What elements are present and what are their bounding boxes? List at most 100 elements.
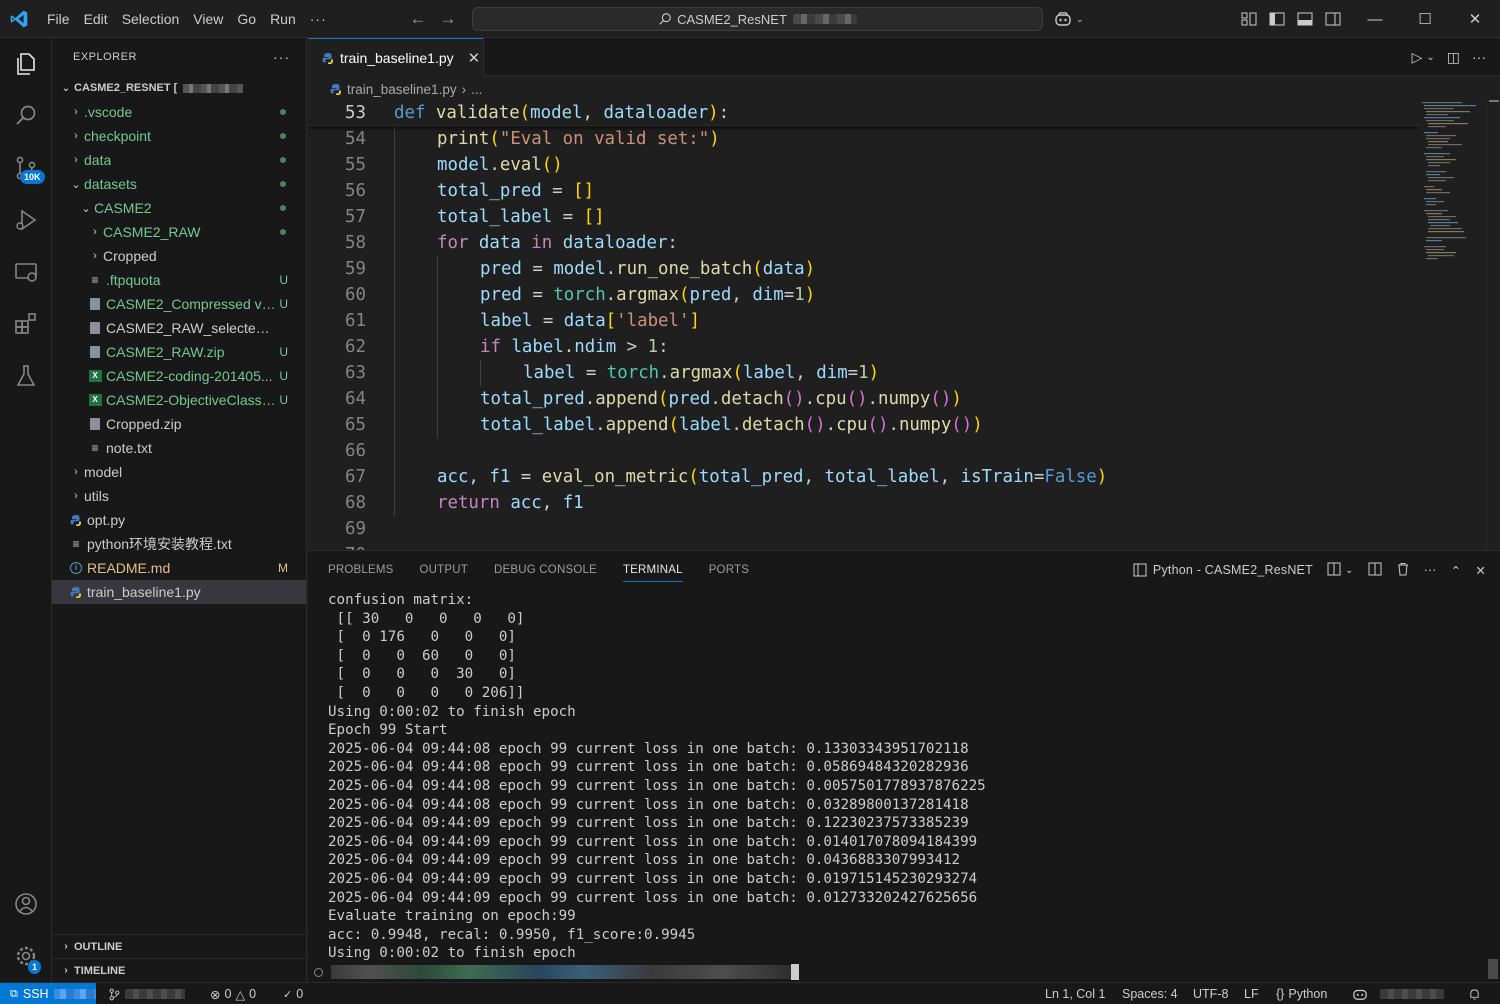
file-train-baseline1-py[interactable]: train_baseline1.py xyxy=(52,580,306,604)
menu-selection[interactable]: Selection xyxy=(115,0,187,38)
git-branch[interactable] xyxy=(108,983,185,1004)
file-casme2-raw-selected-zip[interactable]: CASME2_RAW_selected.zip xyxy=(52,316,306,340)
menu-run[interactable]: Run xyxy=(263,0,303,38)
folder-utils[interactable]: › utils xyxy=(52,484,306,508)
redacted-text xyxy=(125,989,185,999)
cursor-position[interactable]: Ln 1, Col 1 xyxy=(1045,983,1105,1004)
breadcrumb-file[interactable]: train_baseline1.py xyxy=(347,82,457,97)
folder-model[interactable]: › model xyxy=(52,460,306,484)
folder-cropped[interactable]: › Cropped xyxy=(52,244,306,268)
remote-indicator[interactable]: ⧉ SSH xyxy=(0,983,96,1004)
copilot-status[interactable] xyxy=(1352,983,1444,1004)
copilot-icon xyxy=(1055,12,1071,26)
menu-go[interactable]: Go xyxy=(230,0,263,38)
file-casme2-coding-xlsx[interactable]: X CASME2-coding-201405... U xyxy=(52,364,306,388)
arrow-left-icon[interactable]: ← xyxy=(408,9,428,29)
problems-indicator[interactable]: ⊗ 0 △ 0 xyxy=(210,983,256,1004)
toggle-primary-sidebar-icon[interactable] xyxy=(1268,10,1286,28)
split-editor-icon[interactable]: ◫ xyxy=(1447,49,1460,66)
manage-activity[interactable]: 1 xyxy=(0,932,52,980)
scrollbar-thumb[interactable] xyxy=(1489,100,1499,102)
end-of-line[interactable]: LF xyxy=(1244,983,1259,1004)
toggle-panel-icon[interactable] xyxy=(1296,10,1314,28)
file-opt-py[interactable]: opt.py xyxy=(52,508,306,532)
workspace-root[interactable]: ⌄ CASME2_RESNET [ xyxy=(52,76,306,100)
file-casme2-objectiveclasses-xlsx[interactable]: X CASME2-ObjectiveClasse... U xyxy=(52,388,306,412)
tab-terminal[interactable]: TERMINAL xyxy=(622,551,683,589)
editor-scrollbar[interactable] xyxy=(1486,100,1500,550)
tab-debug-console[interactable]: DEBUG CONSOLE xyxy=(494,551,597,589)
ports-indicator[interactable]: ✓ 0 xyxy=(283,983,303,1004)
run-debug-activity[interactable] xyxy=(0,196,52,244)
search-activity[interactable] xyxy=(0,92,52,140)
close-icon[interactable]: ✕ xyxy=(468,49,481,67)
close-panel-icon[interactable]: ✕ xyxy=(1475,563,1486,578)
tab-output[interactable]: OUTPUT xyxy=(420,551,468,589)
outline-section[interactable]: › OUTLINE xyxy=(52,934,307,958)
source-control-activity[interactable]: 10K xyxy=(0,144,52,192)
terminal-output[interactable]: confusion matrix: [[ 30 0 0 0 0] [ 0 176… xyxy=(328,591,1478,963)
file-readme-md[interactable]: i README.md M xyxy=(52,556,306,580)
extensions-activity[interactable] xyxy=(0,300,52,348)
tab-train-baseline1[interactable]: train_baseline1.py ✕ xyxy=(308,38,484,76)
file-note-txt[interactable]: ≡ note.txt xyxy=(52,436,306,460)
close-window-icon[interactable]: ✕ xyxy=(1450,0,1500,38)
tree-item-label: CASME2_RAW_selected.zip xyxy=(106,320,276,336)
folder-datasets[interactable]: ⌄ datasets xyxy=(52,172,306,196)
more-actions-icon[interactable]: ··· xyxy=(1472,49,1486,65)
file-casme2-compressed[interactable]: CASME2_Compressed vi... U xyxy=(52,292,306,316)
accounts-activity[interactable] xyxy=(0,880,52,928)
folder-data[interactable]: › data xyxy=(52,148,306,172)
menu-file[interactable]: File xyxy=(40,0,77,38)
folder-casme2[interactable]: ⌄ CASME2 xyxy=(52,196,306,220)
terminal-line: Evaluate training on epoch:99 xyxy=(328,908,576,925)
status-bar: ⧉ SSH ⊗ 0 △ 0 ✓ 0 Ln 1, Col 1 Spaces: 4 … xyxy=(0,982,1500,1004)
copilot-button[interactable]: ⌄ xyxy=(1054,9,1084,29)
trash-icon[interactable] xyxy=(1396,562,1410,579)
breadcrumb-symbol[interactable]: ... xyxy=(471,82,482,97)
toggle-secondary-sidebar-icon[interactable] xyxy=(1324,10,1342,28)
tab-ports[interactable]: PORTS xyxy=(709,551,749,589)
encoding[interactable]: UTF-8 xyxy=(1193,983,1228,1004)
file-python-install-guide-txt[interactable]: ≡ python环境安装教程.txt xyxy=(52,532,306,556)
git-branch-icon xyxy=(109,988,120,1000)
maximize-icon[interactable]: ☐ xyxy=(1400,0,1450,38)
chevron-down-icon[interactable]: ⌄ xyxy=(1426,52,1434,63)
notifications[interactable] xyxy=(1468,983,1481,1004)
command-center-search[interactable]: CASME2_ResNET xyxy=(472,7,1043,31)
terminal-prompt[interactable] xyxy=(314,963,799,981)
remote-explorer-activity[interactable] xyxy=(0,248,52,296)
timeline-section[interactable]: › TIMELINE xyxy=(52,958,307,982)
menu-more[interactable]: ··· xyxy=(303,0,334,38)
folder-vscode[interactable]: › .vscode xyxy=(52,100,306,124)
tree-item-label: .ftpquota xyxy=(106,272,161,288)
maximize-panel-icon[interactable]: ⌃ xyxy=(1451,563,1462,578)
run-python-file-icon[interactable]: ▷ xyxy=(1412,49,1423,66)
language-mode[interactable]: {} Python xyxy=(1276,983,1327,1004)
scrollbar-thumb[interactable] xyxy=(1488,959,1498,979)
explorer-activity[interactable] xyxy=(0,40,52,88)
folder-checkpoint[interactable]: › checkpoint xyxy=(52,124,306,148)
testing-activity[interactable] xyxy=(0,352,52,400)
file-casme2-raw-zip[interactable]: CASME2_RAW.zip U xyxy=(52,340,306,364)
menu-edit[interactable]: Edit xyxy=(77,0,115,38)
minimap[interactable] xyxy=(1420,100,1484,550)
tree-item-label: Cropped xyxy=(103,248,157,264)
terminal-scrollbar[interactable] xyxy=(1486,589,1500,983)
code-editor[interactable]: 53 def validate(model, dataloader): 54 pri… xyxy=(308,100,1420,550)
customize-layout-icon[interactable] xyxy=(1240,10,1258,28)
more-actions-icon[interactable]: ··· xyxy=(1424,563,1437,577)
file-cropped-zip[interactable]: Cropped.zip xyxy=(52,412,306,436)
file-ftpquota[interactable]: ≡ .ftpquota U xyxy=(52,268,306,292)
indentation[interactable]: Spaces: 4 xyxy=(1122,983,1178,1004)
arrow-right-icon[interactable]: → xyxy=(438,9,458,29)
chevron-down-icon[interactable]: ⌄ xyxy=(1345,565,1354,576)
tab-problems[interactable]: PROBLEMS xyxy=(328,551,394,589)
menu-view[interactable]: View xyxy=(186,0,230,38)
split-terminal-icon[interactable] xyxy=(1368,562,1382,579)
folder-casme2-raw[interactable]: › CASME2_RAW xyxy=(52,220,306,244)
terminal-selector[interactable]: Python - CASME2_ResNET xyxy=(1133,563,1313,577)
new-terminal-split-icon[interactable] xyxy=(1327,562,1341,579)
minimize-icon[interactable]: — xyxy=(1350,0,1400,38)
more-actions-icon[interactable]: ··· xyxy=(273,49,290,65)
